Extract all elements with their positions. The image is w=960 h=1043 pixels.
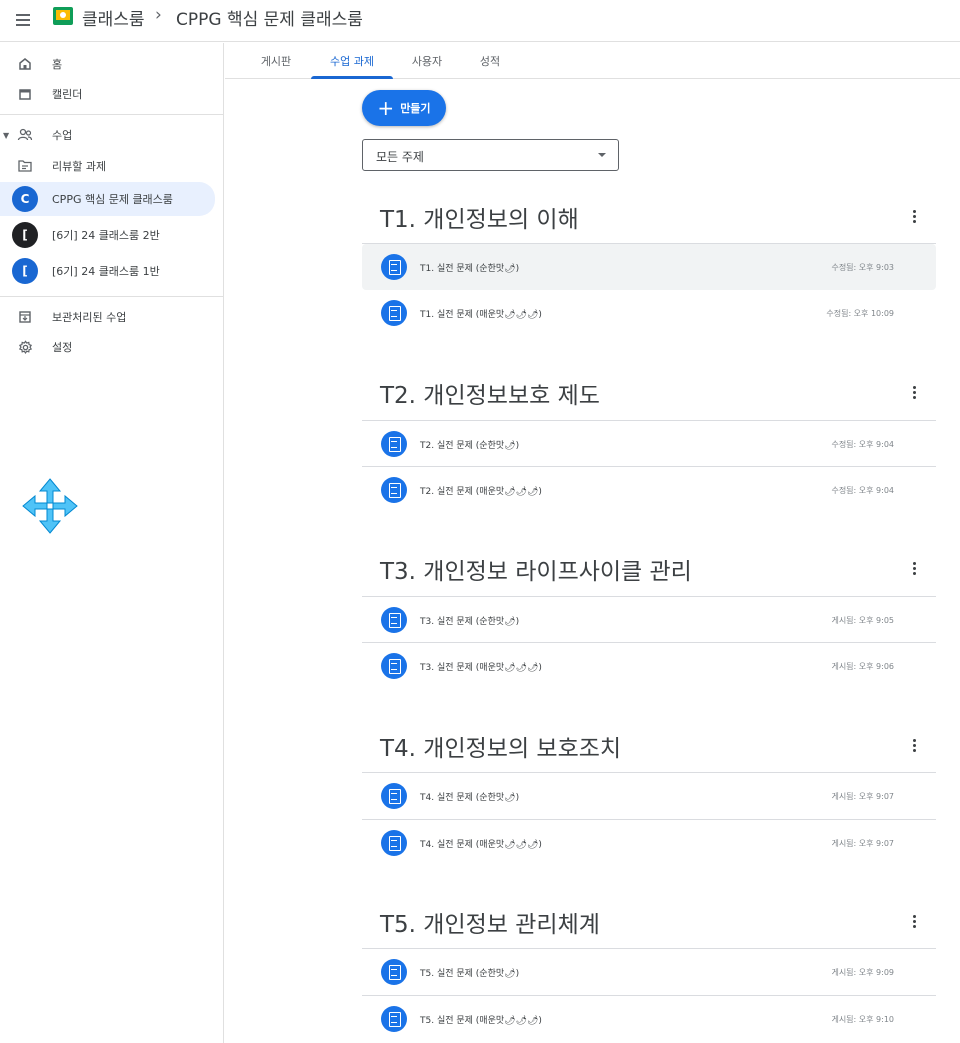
assignment-date: 수정됨: 오후 9:04 xyxy=(831,486,894,495)
assignment-date: 게시됨: 오후 9:07 xyxy=(831,839,894,848)
sidebar-item-label: [6기] 24 클래스룸 2반 xyxy=(52,229,160,242)
tab-classwork[interactable]: 수업 과제 xyxy=(311,43,393,79)
sidebar-item-label: 설정 xyxy=(52,341,73,354)
topic-filter-select[interactable]: 모든 주제 xyxy=(362,139,619,171)
home-icon xyxy=(17,56,33,72)
todo-icon xyxy=(17,158,33,174)
sidebar: 홈 캘린더 ▼ 수업 리뷰할 과제 C CPPG 핵심 문제 클래스룸 [ [6… xyxy=(0,43,224,1043)
plus-icon: + xyxy=(377,96,395,120)
assignment-row[interactable]: T5. 실전 문제 (매운맛🌶🌶🌶) 게시됨: 오후 9:10 xyxy=(362,996,936,1042)
assignment-icon xyxy=(381,959,407,985)
menu-icon[interactable] xyxy=(14,11,36,31)
assignment-title: T3. 실전 문제 (매운맛🌶🌶🌶) xyxy=(420,663,542,673)
sidebar-item-archived[interactable]: 보관처리된 수업 xyxy=(0,301,215,333)
assignment-title: T1. 실전 문제 (매운맛🌶🌶🌶) xyxy=(420,310,542,320)
sidebar-item-home[interactable]: 홈 xyxy=(0,48,215,80)
assignment-icon xyxy=(381,254,407,280)
sidebar-item-todo[interactable]: 리뷰할 과제 xyxy=(0,150,215,182)
assignment-date: 게시됨: 오후 9:05 xyxy=(831,616,894,625)
assignment-title: T5. 실전 문제 (매운맛🌶🌶🌶) xyxy=(420,1016,542,1026)
move-cursor-icon xyxy=(22,478,78,534)
more-vert-icon[interactable] xyxy=(906,735,922,755)
topic-title: T5. 개인정보 관리체계 xyxy=(380,912,600,938)
assignment-row[interactable]: T4. 실전 문제 (순한맛🌶) 게시됨: 오후 9:07 xyxy=(362,773,936,819)
assignment-icon xyxy=(381,783,407,809)
dropdown-arrow-icon xyxy=(598,153,606,157)
topic-title: T4. 개인정보의 보호조치 xyxy=(380,736,622,762)
assignment-title: T5. 실전 문제 (순한맛🌶) xyxy=(420,969,520,979)
caret-down-icon[interactable]: ▼ xyxy=(3,131,9,140)
assignment-icon xyxy=(381,653,407,679)
assignment-row[interactable]: T1. 실전 문제 (매운맛🌶🌶🌶) 수정됨: 오후 10:09 xyxy=(362,290,936,336)
more-vert-icon[interactable] xyxy=(906,558,922,578)
assignment-icon xyxy=(381,477,407,503)
topic-filter-value: 모든 주제 xyxy=(376,150,424,164)
sidebar-item-class-0[interactable]: C CPPG 핵심 문제 클래스룸 xyxy=(0,182,215,216)
assignment-icon xyxy=(381,300,407,326)
class-avatar: [ xyxy=(12,258,38,284)
assignment-title: T4. 실전 문제 (매운맛🌶🌶🌶) xyxy=(420,840,542,850)
create-button-label: 만들기 xyxy=(400,102,431,115)
sidebar-item-enrolled[interactable]: ▼ 수업 xyxy=(0,119,215,151)
class-title[interactable]: CPPG 핵심 문제 클래스룸 xyxy=(176,5,363,30)
topic-title: T1. 개인정보의 이해 xyxy=(380,207,579,233)
tab-bar: 게시판 수업 과제 사용자 성적 xyxy=(225,43,960,79)
sidebar-item-label: 리뷰할 과제 xyxy=(52,160,107,173)
sidebar-item-label: 캘린더 xyxy=(52,88,83,101)
assignment-title: T1. 실전 문제 (순한맛🌶) xyxy=(420,264,520,274)
calendar-icon xyxy=(17,86,33,102)
sidebar-item-label: 보관처리된 수업 xyxy=(52,311,127,324)
assignment-row[interactable]: T3. 실전 문제 (매운맛🌶🌶🌶) 게시됨: 오후 9:06 xyxy=(362,643,936,689)
classroom-logo[interactable] xyxy=(53,7,73,25)
sidebar-item-label: [6기] 24 클래스룸 1반 xyxy=(52,265,160,278)
sidebar-item-label: 수업 xyxy=(52,129,73,142)
sidebar-item-label: 홈 xyxy=(52,58,63,71)
assignment-date: 수정됨: 오후 9:04 xyxy=(831,440,894,449)
assignment-title: T3. 실전 문제 (순한맛🌶) xyxy=(420,617,520,627)
assignment-date: 수정됨: 오후 9:03 xyxy=(831,263,894,272)
assignment-row[interactable]: T1. 실전 문제 (순한맛🌶) 수정됨: 오후 9:03 xyxy=(362,244,936,290)
gear-icon xyxy=(17,339,33,355)
assignment-row[interactable]: T4. 실전 문제 (매운맛🌶🌶🌶) 게시됨: 오후 9:07 xyxy=(362,820,936,866)
archive-icon xyxy=(17,309,33,325)
class-avatar: C xyxy=(12,186,38,212)
assignment-icon xyxy=(381,1006,407,1032)
assignment-date: 수정됨: 오후 10:09 xyxy=(826,309,894,318)
more-vert-icon[interactable] xyxy=(906,206,922,226)
topic-title: T3. 개인정보 라이프사이클 관리 xyxy=(380,559,692,585)
more-vert-icon[interactable] xyxy=(906,911,922,931)
sidebar-item-settings[interactable]: 설정 xyxy=(0,331,215,363)
assignment-row[interactable]: T2. 실전 문제 (순한맛🌶) 수정됨: 오후 9:04 xyxy=(362,421,936,467)
more-vert-icon[interactable] xyxy=(906,382,922,402)
divider xyxy=(0,114,224,115)
assignment-row[interactable]: T5. 실전 문제 (순한맛🌶) 게시됨: 오후 9:09 xyxy=(362,949,936,995)
assignment-row[interactable]: T3. 실전 문제 (순한맛🌶) 게시됨: 오후 9:05 xyxy=(362,597,936,643)
assignment-icon xyxy=(381,431,407,457)
tab-stream[interactable]: 게시판 xyxy=(249,43,303,78)
assignment-date: 게시됨: 오후 9:09 xyxy=(831,968,894,977)
class-avatar: [ xyxy=(12,222,38,248)
assignment-title: T4. 실전 문제 (순한맛🌶) xyxy=(420,793,520,803)
assignment-icon xyxy=(381,830,407,856)
topic-title: T2. 개인정보보호 제도 xyxy=(380,383,600,409)
top-bar: 클래스룸 › CPPG 핵심 문제 클래스룸 xyxy=(0,0,960,42)
tab-people[interactable]: 사용자 xyxy=(401,43,453,78)
divider xyxy=(0,296,224,297)
tab-grades[interactable]: 성적 xyxy=(465,43,515,78)
assignment-row[interactable]: T2. 실전 문제 (매운맛🌶🌶🌶) 수정됨: 오후 9:04 xyxy=(362,467,936,513)
assignment-title: T2. 실전 문제 (매운맛🌶🌶🌶) xyxy=(420,487,542,497)
assignment-date: 게시됨: 오후 9:06 xyxy=(831,662,894,671)
sidebar-item-class-1[interactable]: [ [6기] 24 클래스룸 2반 xyxy=(0,218,215,252)
sidebar-item-class-2[interactable]: [ [6기] 24 클래스룸 1반 xyxy=(0,254,215,288)
create-button[interactable]: + 만들기 xyxy=(362,90,446,126)
sidebar-item-label: CPPG 핵심 문제 클래스룸 xyxy=(52,193,173,206)
people-icon xyxy=(17,127,33,143)
breadcrumb-separator: › xyxy=(155,5,162,25)
assignment-date: 게시됨: 오후 9:10 xyxy=(831,1015,894,1024)
assignment-icon xyxy=(381,607,407,633)
assignment-title: T2. 실전 문제 (순한맛🌶) xyxy=(420,441,520,451)
breadcrumb-home[interactable]: 클래스룸 xyxy=(82,5,145,30)
assignment-date: 게시됨: 오후 9:07 xyxy=(831,792,894,801)
sidebar-item-calendar[interactable]: 캘린더 xyxy=(0,78,215,110)
